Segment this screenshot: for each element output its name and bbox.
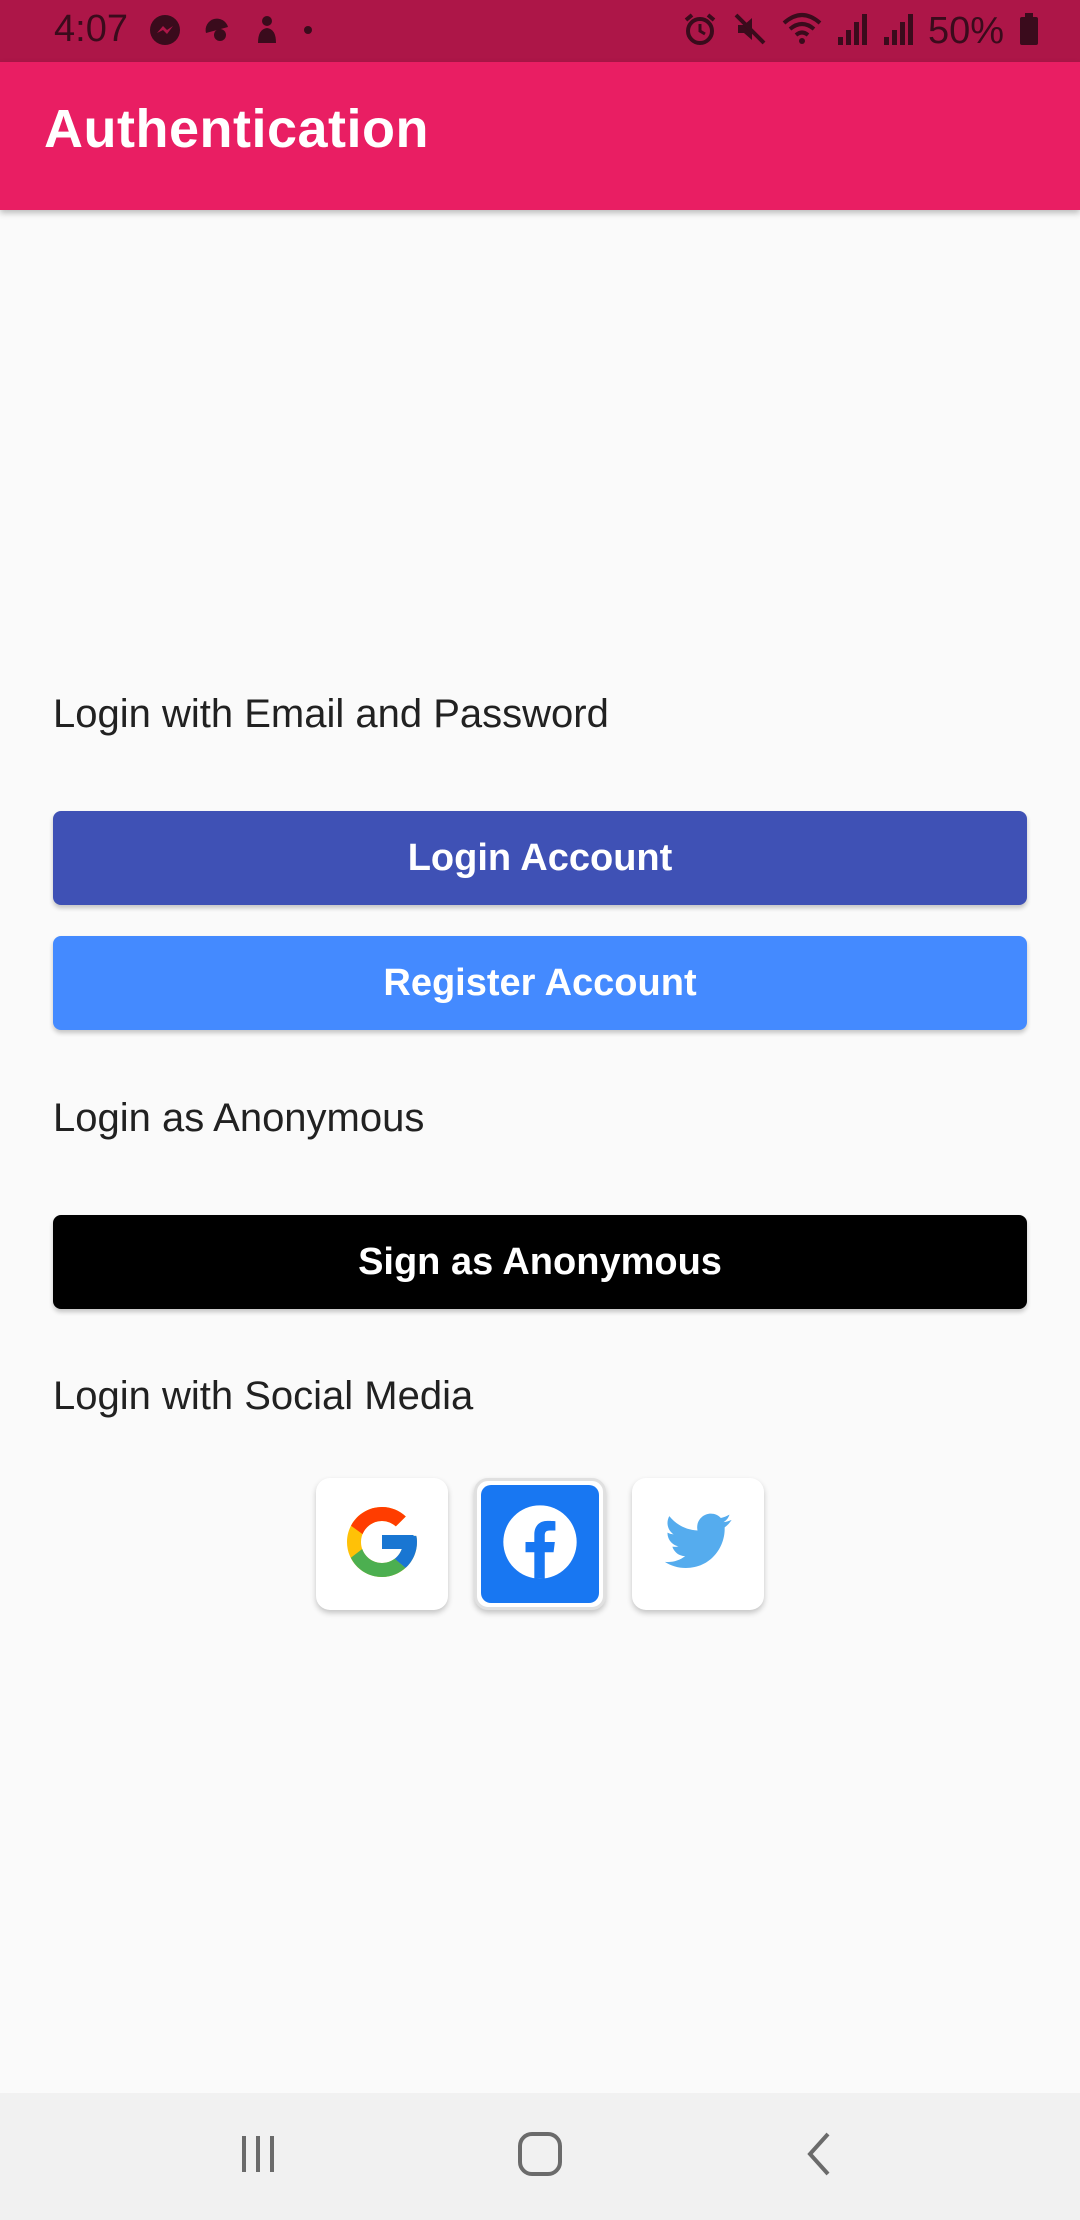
login-account-button[interactable]: Login Account <box>53 811 1027 905</box>
dot-icon <box>302 23 314 41</box>
notification-icon <box>252 13 282 52</box>
sign-anonymous-button[interactable]: Sign as Anonymous <box>53 1215 1027 1309</box>
messenger-icon <box>148 13 182 52</box>
register-account-button[interactable]: Register Account <box>53 936 1027 1030</box>
system-nav-bar <box>0 2093 1080 2220</box>
app-bar: Authentication <box>0 62 1080 210</box>
app-icon <box>202 15 232 50</box>
screen: 4:07 50% Authentication Login with Email… <box>0 0 1080 2220</box>
facebook-tile <box>481 1485 599 1603</box>
wifi-icon <box>782 11 822 52</box>
status-right: 50% <box>682 8 1040 54</box>
home-button[interactable] <box>500 2123 580 2189</box>
facebook-icon <box>496 1498 584 1591</box>
twitter-icon <box>658 1502 738 1587</box>
status-time: 4:07 <box>54 8 128 50</box>
battery-icon <box>1018 11 1040 52</box>
signal-icon <box>882 11 914 52</box>
anonymous-section-label: Login as Anonymous <box>53 1096 425 1140</box>
signal-icon <box>836 11 868 52</box>
alarm-icon <box>682 11 718 52</box>
email-section-label: Login with Email and Password <box>53 692 609 736</box>
battery-percent: 50% <box>927 9 1004 52</box>
mute-icon <box>732 11 768 52</box>
back-button[interactable] <box>780 2123 860 2189</box>
home-icon <box>516 2130 564 2183</box>
social-login-row <box>316 1478 764 1610</box>
page-title: Authentication <box>44 99 429 159</box>
twitter-login-button[interactable] <box>632 1478 764 1610</box>
recents-icon <box>236 2132 280 2181</box>
back-icon <box>800 2130 840 2183</box>
status-left-icons <box>148 12 314 52</box>
facebook-login-button[interactable] <box>474 1478 606 1610</box>
recents-button[interactable] <box>218 2123 298 2189</box>
google-icon <box>340 1500 424 1589</box>
google-login-button[interactable] <box>316 1478 448 1610</box>
social-section-label: Login with Social Media <box>53 1374 474 1418</box>
status-bar: 4:07 50% <box>0 0 1080 62</box>
